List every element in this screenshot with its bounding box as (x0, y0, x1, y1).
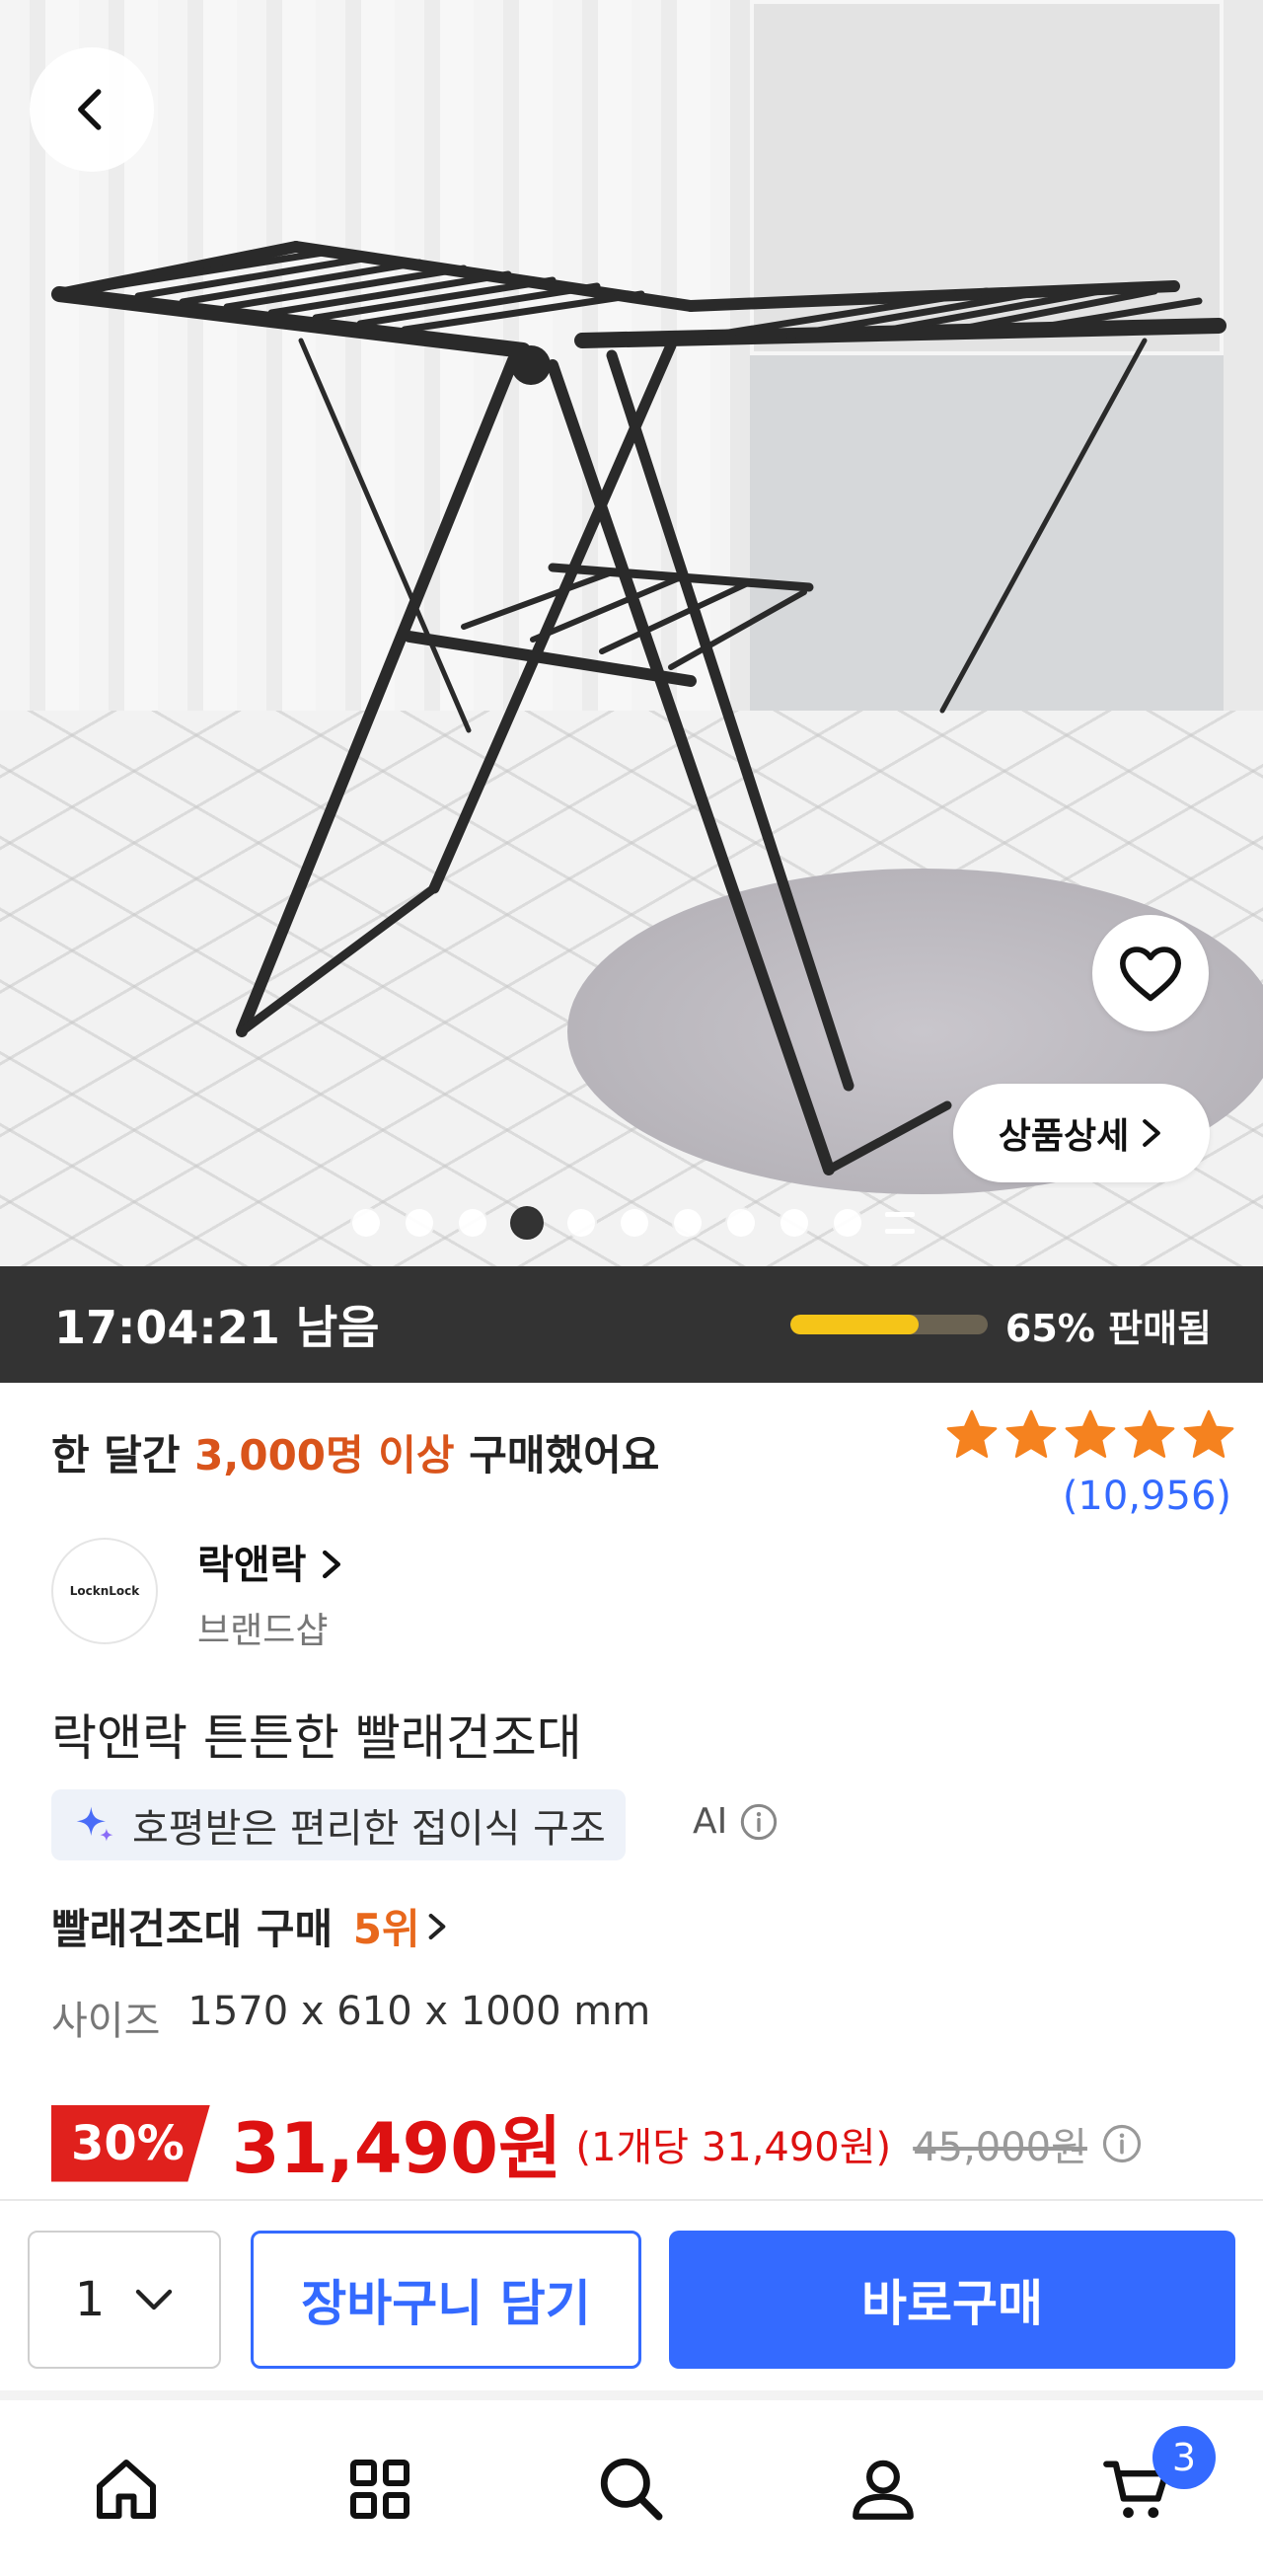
add-to-cart-button[interactable]: 장바구니 담기 (251, 2231, 641, 2369)
sold-progress-fill (789, 1315, 919, 1334)
carousel-indicator (350, 1206, 915, 1240)
star-rating[interactable] (943, 1406, 1237, 1464)
chevron-down-icon (136, 2289, 173, 2311)
sold-progress-track (789, 1315, 988, 1334)
brand-name-link[interactable]: 락앤락 (197, 1533, 343, 1590)
carousel-dot[interactable] (832, 1207, 863, 1239)
purchase-count-line: 한 달간 3,000명 이상 구매했어요 (51, 1422, 659, 1482)
sold-progress: 65% 판매됨 (789, 1298, 1212, 1352)
brand-shop-label: 브랜드샵 (197, 1611, 329, 1651)
carousel-dot[interactable] (779, 1207, 810, 1239)
star-icon (1124, 1409, 1175, 1458)
brand-name: 락앤락 (197, 1543, 307, 1588)
cart-count-badge: 3 (1152, 2426, 1216, 2489)
rank-value: 5위 (352, 1905, 420, 1953)
wishlist-button[interactable] (1092, 915, 1209, 1031)
quantity-value: 1 (74, 2272, 106, 2327)
unit-price: (1개당 31,490원) (575, 2124, 892, 2170)
size-label: 사이즈 (51, 1999, 161, 2044)
carousel-dot[interactable] (619, 1207, 650, 1239)
rank-prefix: 빨래건조대 구매 (51, 1905, 347, 1953)
review-count[interactable]: (10,956) (1063, 1474, 1231, 1519)
carousel-dot[interactable] (350, 1207, 382, 1239)
ai-info[interactable]: AI (693, 1801, 779, 1842)
chevron-left-icon (78, 89, 102, 130)
sparkle-icon (76, 1806, 113, 1842)
info-icon[interactable] (1101, 2123, 1143, 2164)
purchase-prefix: 한 달간 (51, 1431, 195, 1479)
chevron-right-icon (1143, 1119, 1161, 1147)
bottom-navigation (0, 2400, 1263, 2576)
star-icon (1005, 1409, 1057, 1458)
purchase-action-bar: 1 장바구니 담기 바로구매 (0, 2199, 1263, 2400)
my-page-icon (853, 2460, 914, 2520)
carousel-dot[interactable] (404, 1207, 435, 1239)
star-icon (946, 1409, 998, 1458)
carousel-dot[interactable] (725, 1207, 757, 1239)
drying-rack-image (51, 241, 1226, 1175)
purchase-highlight: 3,000명 이상 (194, 1431, 455, 1479)
categories-icon (350, 2460, 409, 2519)
original-price: 45,000원 (913, 2124, 1087, 2170)
more-slides-icon (885, 1212, 915, 1234)
carousel-dot[interactable] (672, 1207, 704, 1239)
nav-search[interactable] (587, 2445, 676, 2534)
star-icon (1183, 1409, 1234, 1458)
nav-categories[interactable] (335, 2445, 424, 2534)
ai-summary-text: 호평받은 편리한 접이식 구조 (132, 1806, 606, 1852)
home-icon (97, 2460, 156, 2519)
star-icon (1065, 1409, 1116, 1458)
product-detail-button[interactable]: 상품상세 (953, 1084, 1210, 1182)
ai-label: AI (693, 1801, 728, 1842)
price-line: 30% 31,490원 (1개당 31,490원) 45,000원 (51, 2093, 1143, 2193)
product-image-carousel[interactable]: 상품상세 (0, 0, 1263, 1266)
purchase-suffix: 구매했어요 (454, 1431, 660, 1479)
quantity-select[interactable]: 1 (28, 2231, 221, 2369)
time-remaining: 17:04:21 남음 (54, 1301, 380, 1354)
search-icon (600, 2458, 663, 2521)
info-icon (741, 1803, 778, 1840)
product-title: 락앤락 튼튼한 빨래건조대 (51, 1709, 582, 1767)
size-info: 사이즈 1570 x 610 x 1000 mm (51, 1989, 650, 2046)
nav-my-page[interactable] (839, 2445, 928, 2534)
brand-logo[interactable]: LocknLock (51, 1538, 158, 1644)
product-detail-label: 상품상세 (998, 1116, 1130, 1157)
heart-icon (1120, 947, 1181, 1002)
sold-percent-label: 65% 판매됨 (1004, 1306, 1212, 1350)
discount-badge: 30% (51, 2104, 210, 2182)
sale-price: 31,490원 (231, 2108, 562, 2189)
category-rank-link[interactable]: 빨래건조대 구매 5위 (51, 1896, 448, 1956)
deal-timer-bar: 17:04:21 남음 65% 판매됨 (0, 1266, 1263, 1383)
chevron-right-icon (428, 1913, 445, 1939)
nav-home[interactable] (82, 2445, 171, 2534)
carousel-dot[interactable] (565, 1207, 597, 1239)
chevron-right-icon (323, 1550, 341, 1579)
back-button[interactable] (30, 47, 154, 172)
ai-summary-chip[interactable]: 호평받은 편리한 접이식 구조 (51, 1789, 626, 1860)
carousel-dot[interactable] (457, 1207, 488, 1239)
buy-now-button[interactable]: 바로구매 (669, 2231, 1235, 2369)
carousel-dot-active[interactable] (510, 1206, 544, 1240)
size-value: 1570 x 610 x 1000 mm (187, 1989, 651, 2034)
